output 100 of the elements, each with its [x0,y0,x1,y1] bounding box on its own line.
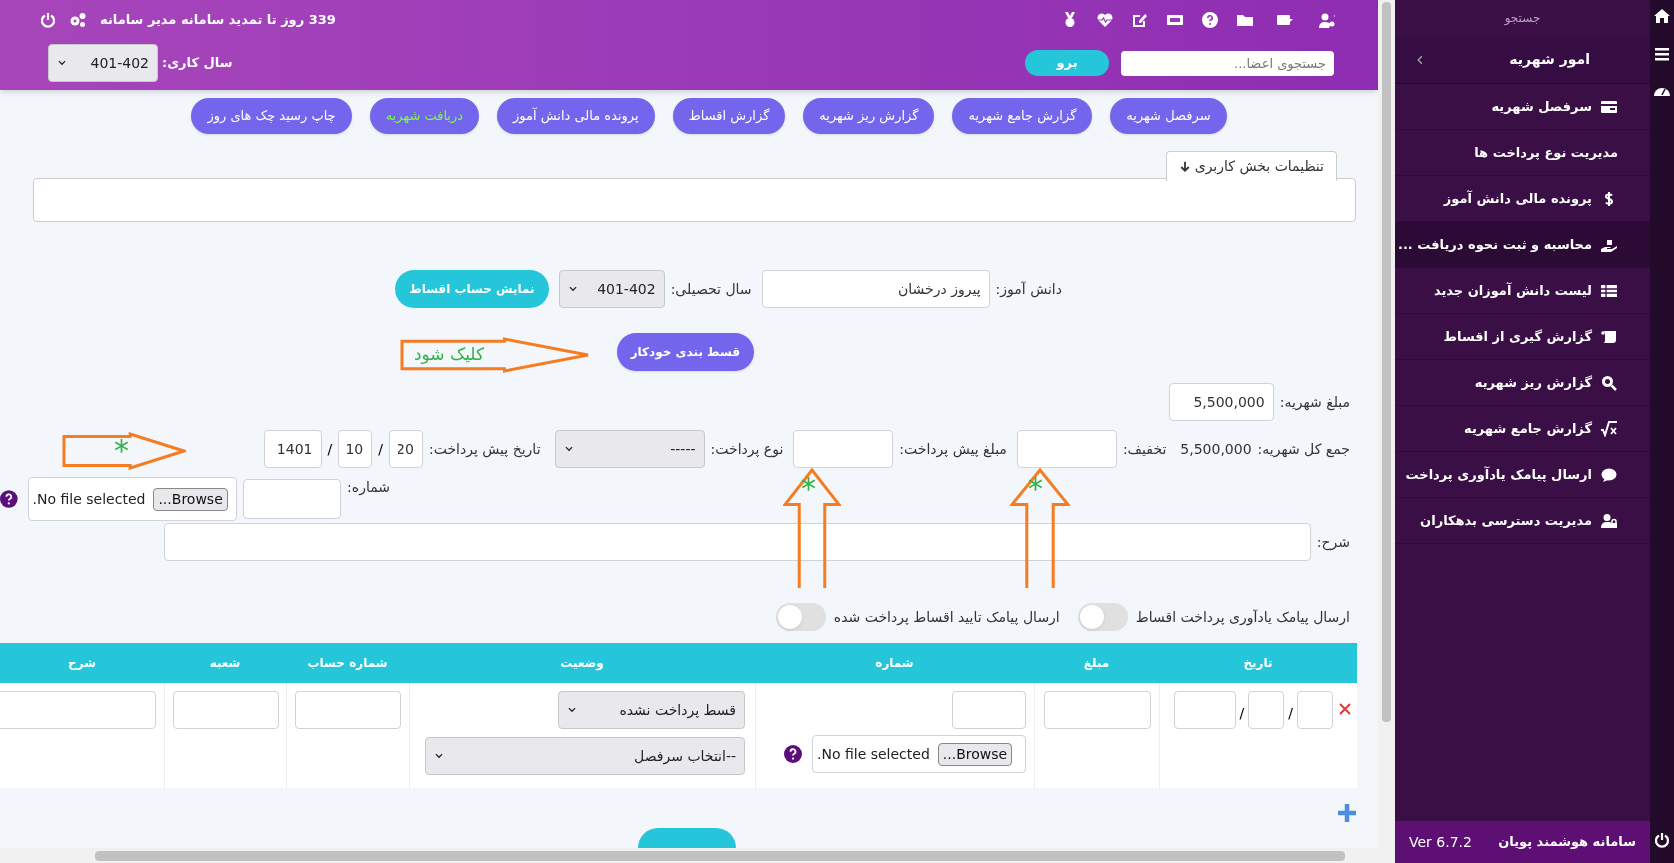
search-icon [1600,374,1618,391]
date-separator: / [1288,704,1293,723]
sidebar-item[interactable]: گزارش ریز شهریه [1395,360,1650,406]
tab[interactable]: گزارش ریز شهریه [803,98,935,134]
chat-icon [1600,466,1618,483]
sidebar-item[interactable]: مدیریت دسترسی بدهکاران [1395,498,1650,544]
column-header: مبلغ [1083,655,1110,672]
tab[interactable]: چاپ رسید چک های روز [191,98,352,134]
sidebar-item[interactable]: سرفصل شهریه [1395,84,1650,130]
sidebar-item[interactable]: مدیریت نوع پرداخت ها [1395,130,1650,176]
description-field[interactable] [0,691,156,729]
month-field[interactable] [1248,691,1285,729]
annotation-text: * [801,474,816,504]
sidebar-item[interactable]: لیست دانش آموزان جدید [1395,268,1650,314]
plus-icon[interactable] [1338,804,1356,822]
description-field[interactable] [163,523,1311,561]
scroll-icon [1600,328,1618,345]
arrow-down-icon [1178,159,1191,174]
card-icon [1600,98,1618,115]
close-icon[interactable] [1337,701,1353,717]
home-icon[interactable] [1654,8,1670,24]
auto-installment-button[interactable]: قسط بندی خودکار [616,333,754,371]
month-field[interactable]: 10 [338,430,373,468]
tuition-field[interactable]: 5,500,000 [1168,383,1274,421]
submit-button[interactable] [638,828,736,848]
date-separator: / [327,439,333,459]
toggle-switch[interactable] [1077,603,1128,631]
column-header: وضعیت [560,655,604,672]
number-field[interactable] [952,691,1026,729]
column-header: شرح [68,655,96,672]
user-gear-icon[interactable] [1316,12,1338,28]
tab[interactable]: سرفصل شهریه [1110,98,1227,134]
work-year-label: سال کاری: [162,54,233,73]
day-field[interactable] [1297,691,1333,729]
tab[interactable]: گزارش جامع شهریه [952,98,1093,134]
work-year-select[interactable]: 401-402 [48,44,158,82]
tab[interactable]: پرونده مالی دانش آموز [497,98,655,134]
toggle-switch[interactable] [775,603,826,631]
annotation-text: * [114,436,129,466]
power-icon[interactable] [1654,832,1670,848]
day-field[interactable]: 20 [388,430,423,468]
amount-field[interactable] [1043,691,1151,729]
ticket-icon[interactable] [1166,12,1184,28]
student-label: دانش آموز: [995,279,1062,300]
search-field[interactable]: جستجوی اعضا... [1121,50,1334,76]
folder-icon[interactable] [1236,12,1254,28]
prepay-field[interactable] [793,430,894,468]
toggle-label: ارسال پیامک یادآوری پرداخت اقساط [1135,607,1350,628]
date-separator: / [1239,704,1245,723]
file-input[interactable]: No file selected. Browse... [27,477,238,521]
heading-select[interactable]: --انتخاب سرفصل [425,737,745,775]
file-input[interactable]: No file selected. Browse... [812,735,1026,773]
sidebar-section[interactable]: امور شهریه [1395,36,1650,84]
sidebar-item[interactable]: گزارش جامع شهریه [1395,406,1650,452]
discount-field[interactable] [1016,430,1117,468]
prepay-label: مبلغ پیش پرداخت: [899,439,1007,460]
year-field[interactable] [1173,691,1236,729]
student-field[interactable]: پیروز درخشان [761,270,990,308]
sidebar-item[interactable]: محاسبه و ثبت نحوه دریافت ... [1395,222,1650,268]
tuition-label: مبلغ شهریه: [1279,392,1350,413]
discount-label: تخفیف: [1122,439,1167,459]
horizontal-scrollbar[interactable] [0,848,1378,863]
date-separator: / [378,439,383,459]
caret-icon [567,284,578,294]
payment-type-label: نوع پرداخت: [710,439,784,460]
annotation-text: کلیک شود [414,346,485,363]
square-root-icon [1600,420,1618,437]
sidebar-item[interactable]: ارسال پیامک یادآوری پرداخت [1395,452,1650,498]
annotation-text: * [1028,474,1043,504]
edit-icon[interactable] [1132,12,1148,28]
total-label: جمع کل شهریه: [1257,439,1350,460]
caret-icon [567,705,577,715]
payment-type-select[interactable]: ----- [554,430,705,468]
tab[interactable]: گزارش اقساط [672,98,786,134]
app-name: سامانه هوشمند پویان [1498,833,1636,852]
caret-icon [563,444,574,454]
menu-icon[interactable] [1654,46,1670,62]
medal-icon[interactable] [1062,12,1078,28]
year-select[interactable]: 401-402 [558,270,665,308]
settings-tab[interactable]: تنظیمات بخش کاربری [1165,151,1337,181]
column-header: تاریخ [1243,655,1273,672]
table-icon [1600,282,1618,299]
heartbeat-icon[interactable] [1096,12,1114,28]
number-field[interactable] [243,479,342,519]
branch-field[interactable] [172,691,279,729]
question-icon[interactable] [1202,12,1218,28]
description-label: شرح: [1316,532,1350,553]
toggle-label: ارسال پیامک تایید اقساط پرداخت شده [833,607,1060,628]
user-lock-icon [1600,512,1618,529]
scrollbar[interactable] [1378,0,1395,863]
account-number-field[interactable] [295,691,401,729]
caret-icon [57,58,67,68]
version-text: Ver 6.7.2 [1409,832,1472,852]
sidebar-search[interactable]: جستجو [1504,9,1541,27]
column-header: شماره حساب [307,655,388,672]
status-select[interactable]: قسط پرداخت نشده [558,691,745,729]
total-value: 5,500,000 [1180,439,1252,459]
date-label: تاریخ پیش پرداخت: [428,439,541,460]
sidebar-item[interactable]: گزارش گیری از اقساط [1395,314,1650,360]
year-field[interactable]: 1401 [263,430,322,468]
